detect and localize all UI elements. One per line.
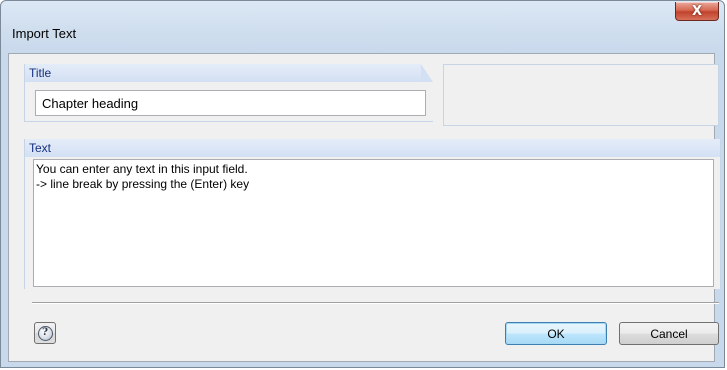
text-group-header: Text <box>25 139 720 157</box>
title-input[interactable] <box>35 90 426 116</box>
cancel-button[interactable]: Cancel <box>619 322 719 345</box>
close-button[interactable]: X <box>675 2 719 21</box>
separator <box>32 302 719 304</box>
text-group-label: Text <box>29 141 52 155</box>
text-line: You can enter any text in this input fie… <box>36 162 248 176</box>
help-button[interactable]: ? <box>34 322 56 344</box>
side-panel <box>443 64 719 126</box>
title-group-header-corner <box>421 64 433 82</box>
title-group-header: Title <box>25 64 433 82</box>
title-group-label: Title <box>29 66 52 80</box>
text-line: -> line break by pressing the (Enter) ke… <box>36 177 250 191</box>
text-input-area[interactable]: You can enter any text in this input fie… <box>33 159 714 287</box>
text-group: Text You can enter any text in this inpu… <box>24 139 721 289</box>
title-group: Title <box>24 64 433 122</box>
window-title: Import Text <box>12 26 77 41</box>
ok-button[interactable]: OK <box>505 322 607 345</box>
close-icon: X <box>691 3 703 19</box>
help-icon: ? <box>37 325 53 341</box>
